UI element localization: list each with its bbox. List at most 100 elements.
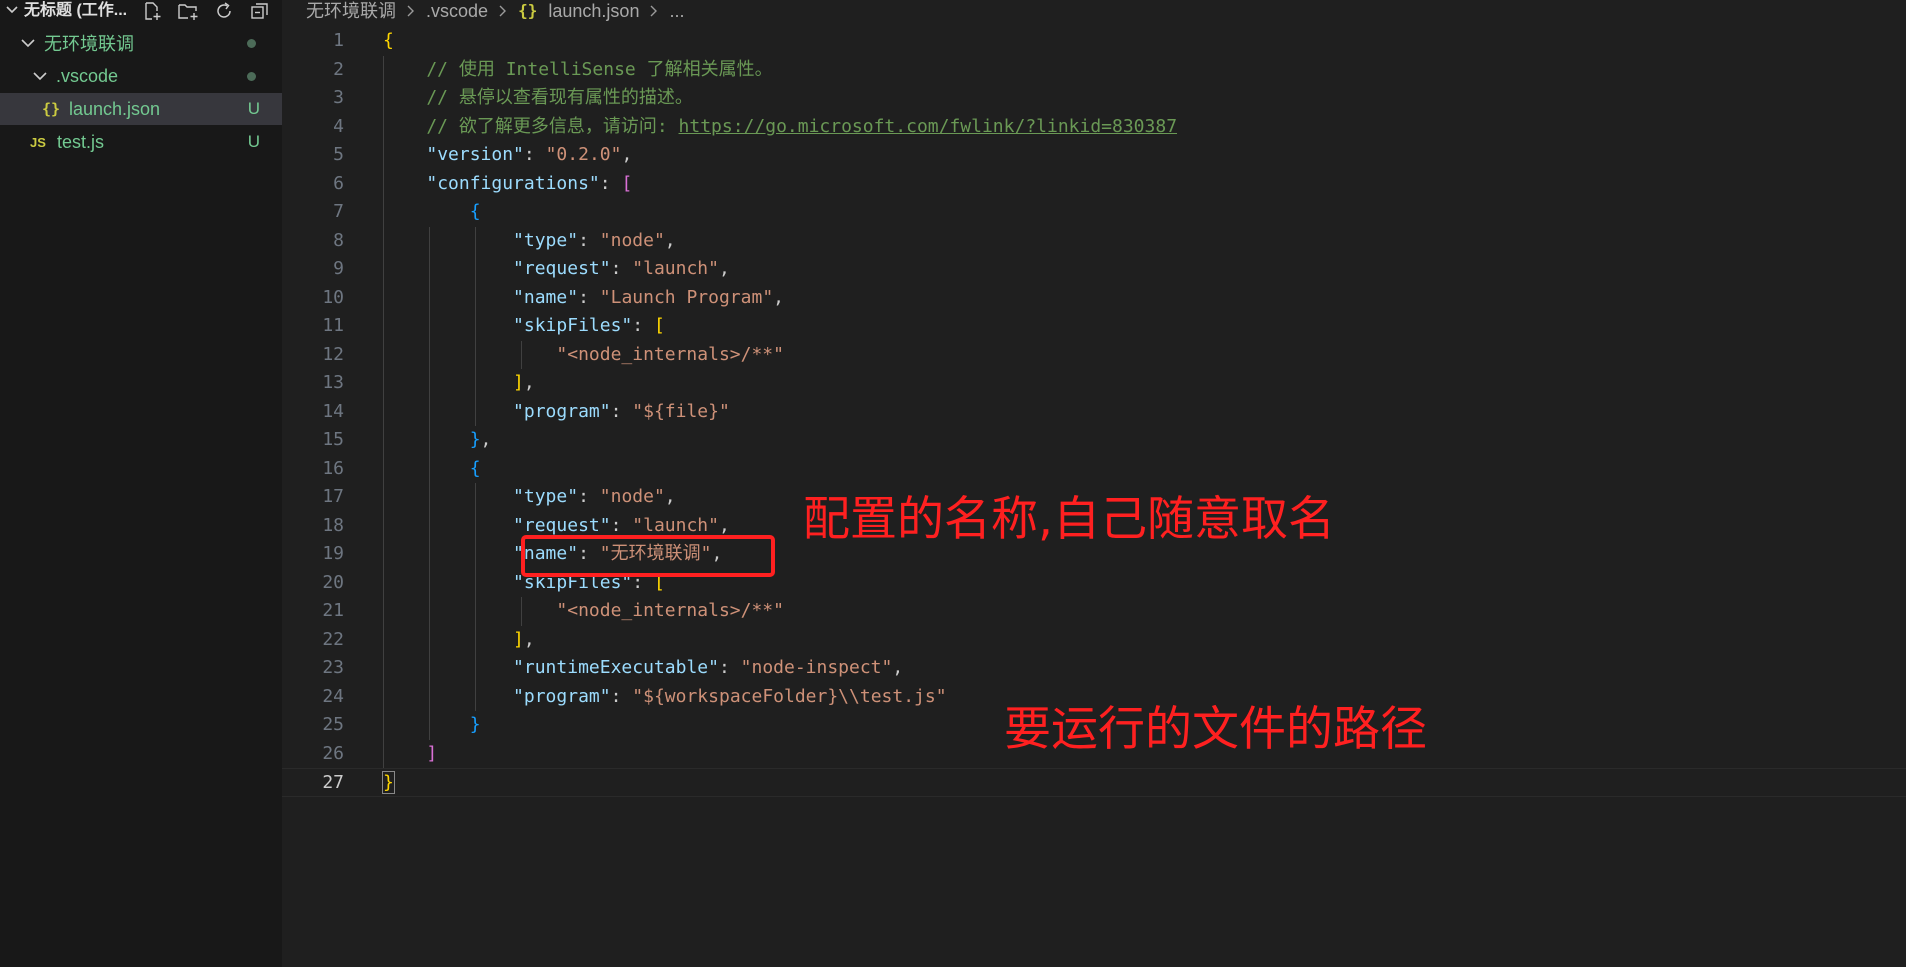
code-token: [ xyxy=(621,172,633,194)
code-token: { xyxy=(469,457,481,479)
code-token: "program" xyxy=(513,400,611,422)
workspace-title[interactable]: 无标题 (工作... xyxy=(6,0,127,22)
code-line[interactable]: 4 // 欲了解更多信息，请访问: https://go.microsoft.c… xyxy=(282,113,1906,142)
code-line[interactable]: 14 "program": "${file}" xyxy=(282,398,1906,427)
code-line[interactable]: 21 "<node_internals>/**" xyxy=(282,597,1906,626)
line-number: 21 xyxy=(322,600,344,621)
code-token: "request" xyxy=(513,514,611,536)
code-line[interactable]: 7 { xyxy=(282,198,1906,227)
json-file-icon: {} xyxy=(518,1,538,20)
code-token: , xyxy=(773,286,784,308)
code-text: "type": "node", xyxy=(383,227,676,256)
code-token: "configurations" xyxy=(426,172,600,194)
code-line[interactable]: 13 ], xyxy=(282,369,1906,398)
code-line[interactable]: 16 { xyxy=(282,455,1906,484)
code-text: ] xyxy=(383,740,437,769)
line-number: 22 xyxy=(322,628,344,650)
breadcrumb-item-file[interactable]: launch.json xyxy=(548,0,639,22)
code-token: { xyxy=(469,201,481,222)
new-file-icon[interactable] xyxy=(140,0,164,22)
code-line[interactable]: 8 "type": "node", xyxy=(282,227,1906,256)
breadcrumb-item-folder[interactable]: 无环境联调 xyxy=(306,0,396,22)
indent-guide xyxy=(475,226,476,426)
code-text: // 使用 IntelliSense 了解相关属性。 xyxy=(383,56,773,85)
untracked-badge: U xyxy=(247,132,260,151)
code-token: "request" xyxy=(513,258,611,279)
new-folder-icon[interactable] xyxy=(176,0,200,22)
code-line[interactable]: 12 "<node_internals>/**" xyxy=(282,341,1906,370)
code-token: : xyxy=(610,685,633,707)
tree-item-vscode-folder[interactable]: .vscode xyxy=(0,60,282,92)
line-number: 26 xyxy=(322,742,344,764)
code-line[interactable]: 1{ xyxy=(282,27,1906,56)
code-token: ] xyxy=(513,628,524,650)
chevron-right-icon xyxy=(407,0,415,22)
code-token: : xyxy=(610,400,633,422)
breadcrumb-item-symbols[interactable]: ... xyxy=(670,0,685,22)
code-line[interactable]: 15 }, xyxy=(282,426,1906,455)
refresh-icon[interactable] xyxy=(212,0,236,22)
code-line[interactable]: 23 "runtimeExecutable": "node-inspect", xyxy=(282,654,1906,683)
code-token: } xyxy=(382,771,395,794)
line-number: 7 xyxy=(333,201,344,222)
code-line[interactable]: 11 "skipFiles": [ xyxy=(282,312,1906,341)
line-number: 23 xyxy=(322,657,344,678)
code-token: : xyxy=(632,315,654,336)
code-token: "<node_internals>/**" xyxy=(556,600,784,621)
code-text: }, xyxy=(383,426,492,455)
tree-item-label: test.js xyxy=(57,131,105,152)
code-token: : xyxy=(610,258,633,279)
code-text: "program": "${workspaceFolder}\\test.js" xyxy=(383,683,947,712)
code-text: { xyxy=(383,198,481,227)
annotation-name-note: 配置的名称,自己随意取名 xyxy=(803,492,1335,547)
code-token: ] xyxy=(426,742,438,764)
code-line[interactable]: 22 ], xyxy=(282,626,1906,655)
code-token: : xyxy=(610,514,633,536)
code-text: // 悬停以查看现有属性的描述。 xyxy=(383,84,693,113)
code-line[interactable]: 6 "configurations": [ xyxy=(282,170,1906,199)
code-token: : xyxy=(718,657,741,678)
tree-item-test-js[interactable]: JS test.js U xyxy=(0,126,282,158)
highlight-box-name xyxy=(521,535,775,577)
code-token: "type" xyxy=(513,486,579,507)
breadcrumb-item-vscode[interactable]: .vscode xyxy=(426,0,488,22)
code-token: "version" xyxy=(426,144,524,165)
explorer-sidebar: 无标题 (工作... 无环境联调 .vscode {} launch.json … xyxy=(0,0,282,967)
code-line[interactable]: 3 // 悬停以查看现有属性的描述。 xyxy=(282,84,1906,113)
code-editor[interactable]: 1{2 // 使用 IntelliSense 了解相关属性。 3 // 悬停以查看… xyxy=(282,27,1906,797)
indent-guide xyxy=(475,483,476,711)
code-token: // 使用 IntelliSense 了解相关属性。 xyxy=(383,58,773,80)
code-token: "name" xyxy=(513,286,579,308)
code-token: "${file}" xyxy=(632,400,730,422)
code-token: "type" xyxy=(513,229,579,251)
code-text: { xyxy=(383,27,394,56)
line-number: 2 xyxy=(333,58,344,80)
code-line[interactable]: 27} xyxy=(282,768,1906,797)
code-line[interactable]: 5 "version": "0.2.0", xyxy=(282,141,1906,170)
code-token: "program" xyxy=(513,685,611,707)
indent-guide xyxy=(521,340,522,369)
code-token: "skipFiles" xyxy=(513,315,633,336)
line-number: 9 xyxy=(333,258,344,279)
code-token: : xyxy=(523,144,546,165)
code-line[interactable]: 9 "request": "launch", xyxy=(282,255,1906,284)
code-line[interactable]: 10 "name": "Launch Program", xyxy=(282,284,1906,313)
code-token: https://go.microsoft.com/fwlink/?linkid=… xyxy=(678,115,1178,137)
tree-item-root-folder[interactable]: 无环境联调 xyxy=(0,27,282,59)
code-text: "<node_internals>/**" xyxy=(383,597,784,626)
indent-guide xyxy=(521,597,522,626)
code-line[interactable]: 2 // 使用 IntelliSense 了解相关属性。 xyxy=(282,56,1906,85)
tree-item-launch-json[interactable]: {} launch.json U xyxy=(0,93,282,125)
code-text: ], xyxy=(383,626,535,655)
collapse-all-icon[interactable] xyxy=(248,0,272,22)
